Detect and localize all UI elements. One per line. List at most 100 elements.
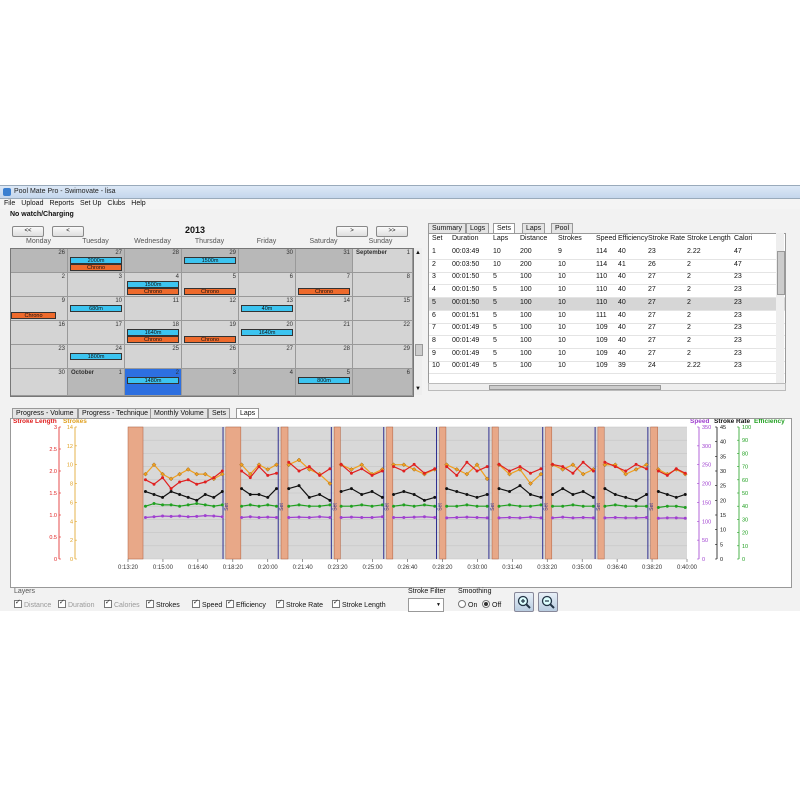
layer-checkbox[interactable]: Calories <box>104 598 140 609</box>
column-header[interactable]: Duration <box>452 235 478 242</box>
calendar-event[interactable]: Chrono <box>298 288 350 295</box>
calendar-day[interactable]: 25 <box>125 345 182 369</box>
calendar-day[interactable]: 14 <box>296 297 353 321</box>
scroll-thumb[interactable] <box>415 344 423 356</box>
menu-upload[interactable]: Upload <box>21 199 43 209</box>
tab-summary[interactable]: Summary <box>428 223 466 233</box>
calendar-day[interactable]: 31 <box>296 249 353 273</box>
calendar-day[interactable]: 16 <box>11 321 68 345</box>
tab-sets-chart[interactable]: Sets <box>208 408 231 418</box>
column-header[interactable]: Calori <box>734 235 752 242</box>
calendar-day[interactable]: 30 <box>239 249 296 273</box>
first-month-button[interactable]: << <box>12 226 44 237</box>
stroke-filter-select[interactable]: ▼ <box>408 598 444 612</box>
calendar-day[interactable]: 11 <box>125 297 182 321</box>
column-header[interactable]: Stroke Length <box>687 235 731 242</box>
calendar-day[interactable]: 28 <box>296 345 353 369</box>
column-header[interactable]: Speed <box>596 235 616 242</box>
prev-month-button[interactable]: < <box>52 226 84 237</box>
scroll-thumb[interactable] <box>489 385 661 390</box>
calendar-event[interactable]: Chrono <box>184 288 236 295</box>
table-row[interactable]: 4 00:01:50 5 100 10 110 40 27 2 23 <box>429 285 785 299</box>
last-month-button[interactable]: >> <box>376 226 408 237</box>
calendar-day[interactable]: 26 <box>11 249 68 273</box>
calendar-day[interactable]: 2 <box>11 273 68 297</box>
calendar-day[interactable]: 8 <box>353 273 413 297</box>
menu-help[interactable]: Help <box>131 199 145 209</box>
calendar-day[interactable]: 27 <box>239 345 296 369</box>
layer-checkbox[interactable]: Speed <box>192 598 222 609</box>
calendar-event[interactable]: 800m <box>298 377 350 384</box>
table-row[interactable]: 7 00:01:49 5 100 10 109 40 27 2 23 <box>429 323 785 337</box>
zoom-in-button[interactable] <box>514 592 534 612</box>
calendar-event[interactable]: 1500m <box>127 281 179 288</box>
table-row[interactable]: 6 00:01:51 5 100 10 111 40 27 2 23 <box>429 311 785 324</box>
checkbox-box[interactable] <box>14 598 22 608</box>
calendar-event[interactable]: 2000m <box>70 257 122 264</box>
next-month-button[interactable]: > <box>336 226 368 237</box>
layer-checkbox[interactable]: Efficiency <box>226 598 266 609</box>
calendar-day[interactable]: 1 September <box>353 249 413 273</box>
tab-monthly-volume[interactable]: Monthly Volume <box>150 408 208 418</box>
table-hscroll[interactable] <box>428 383 786 391</box>
checkbox-box[interactable] <box>332 598 340 608</box>
calendar-day[interactable]: 1 October <box>68 369 125 396</box>
scroll-thumb[interactable] <box>777 251 785 295</box>
checkbox-box[interactable] <box>146 598 154 608</box>
tab-progress-volume[interactable]: Progress - Volume <box>12 408 78 418</box>
calendar-event[interactable]: 1640m <box>127 329 179 336</box>
zoom-out-button[interactable] <box>538 592 558 612</box>
calendar-day[interactable]: 23 <box>11 345 68 369</box>
calendar-day[interactable]: 21 <box>296 321 353 345</box>
table-row[interactable]: 8 00:01:49 5 100 10 109 40 27 2 23 <box>429 336 785 349</box>
calendar-event[interactable]: 1500m <box>184 257 236 264</box>
column-header[interactable]: Efficiency <box>618 235 648 242</box>
column-header[interactable]: Set <box>432 235 443 242</box>
layer-checkbox[interactable]: Stroke Rate <box>276 598 323 609</box>
menu-clubs[interactable]: Clubs <box>107 199 125 209</box>
calendar-event[interactable]: 40m <box>241 305 293 312</box>
calendar-day[interactable]: 12 <box>182 297 239 321</box>
layer-checkbox[interactable]: Duration <box>58 598 94 609</box>
table-row[interactable]: 10 00:01:49 5 100 10 109 39 24 2.22 23 <box>429 361 785 375</box>
smoothing-on-radio[interactable]: On <box>458 600 477 609</box>
table-row[interactable]: 2 00:03:50 10 200 10 114 41 26 2 47 <box>429 260 785 273</box>
calendar-event[interactable]: 1800m <box>70 353 122 360</box>
calendar-day[interactable]: 17 <box>68 321 125 345</box>
calendar-day[interactable]: 4 <box>239 369 296 396</box>
column-header[interactable]: Strokes <box>558 235 582 242</box>
calendar-event[interactable]: 1640m <box>241 329 293 336</box>
column-header[interactable]: Laps <box>493 235 508 242</box>
menu-reports[interactable]: Reports <box>49 199 74 209</box>
table-row[interactable]: 3 00:01:50 5 100 10 110 40 27 2 23 <box>429 272 785 286</box>
layer-checkbox[interactable]: Distance <box>14 598 51 609</box>
scroll-up-icon[interactable]: ▲ <box>415 250 421 256</box>
calendar-day[interactable]: 26 <box>182 345 239 369</box>
calendar-day[interactable]: 3 <box>68 273 125 297</box>
calendar-event[interactable]: 680m <box>70 305 122 312</box>
tab-pool[interactable]: Pool <box>551 223 574 233</box>
checkbox-box[interactable] <box>192 598 200 608</box>
calendar-day[interactable]: 3 <box>182 369 239 396</box>
calendar-day[interactable]: 6 <box>353 369 413 396</box>
tab-logs[interactable]: Logs <box>466 223 490 233</box>
layer-checkbox[interactable]: Strokes <box>146 598 180 609</box>
scroll-down-icon[interactable]: ▼ <box>415 386 421 392</box>
calendar-day[interactable]: 22 <box>353 321 413 345</box>
tab-progress-technique[interactable]: Progress - Technique <box>78 408 153 418</box>
checkbox-box[interactable] <box>104 598 112 608</box>
table-row[interactable]: 9 00:01:49 5 100 10 109 40 27 2 23 <box>429 349 785 362</box>
calendar-day[interactable]: 29 <box>353 345 413 369</box>
tab-laps[interactable]: Laps <box>522 223 546 233</box>
table-vscroll[interactable] <box>776 233 785 383</box>
checkbox-box[interactable] <box>276 598 284 608</box>
calendar-event[interactable]: Chrono <box>127 336 179 343</box>
menu-file[interactable]: File <box>4 199 15 209</box>
checkbox-box[interactable] <box>58 598 66 608</box>
checkbox-box[interactable] <box>226 598 234 608</box>
calendar-scrollbar[interactable]: ▲ ▼ <box>414 248 423 395</box>
column-header[interactable]: Distance <box>520 235 547 242</box>
layer-checkbox[interactable]: Stroke Length <box>332 598 386 609</box>
calendar-day[interactable]: 28 <box>125 249 182 273</box>
calendar-event[interactable]: Chrono <box>11 312 56 319</box>
